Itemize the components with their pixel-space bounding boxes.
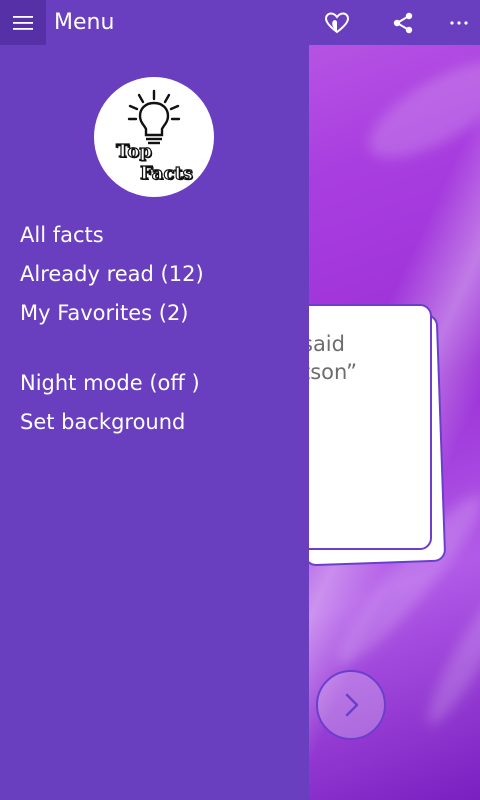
more-icon [450,21,468,25]
logo-text-top: Top [115,140,152,162]
share-icon [393,12,413,34]
chevron-right-icon [345,693,359,717]
menu-item-night-mode[interactable]: Night mode (off ) [20,371,200,395]
menu-item-already-read[interactable]: Already read (12) [20,262,204,286]
menu-item-my-favorites[interactable]: My Favorites (2) [20,301,189,325]
fact-card-text: said tson” [302,332,358,384]
hamburger-icon [13,15,33,30]
next-fact-button[interactable] [316,670,386,740]
menu-item-set-background[interactable]: Set background [20,410,185,434]
app-logo: Top Facts [94,77,214,197]
heart-icon [325,12,349,34]
share-button[interactable] [388,8,418,38]
page-title: Menu [54,10,115,35]
favorite-button[interactable] [322,8,352,38]
top-app-bar: Menu [0,0,480,45]
more-options-button[interactable] [444,8,474,38]
menu-item-all-facts[interactable]: All facts [20,223,104,247]
hamburger-button[interactable] [0,0,46,45]
logo-text-bottom: Facts [139,162,193,184]
lightbulb-icon [127,89,181,145]
navigation-drawer: Top Facts All facts Already read (12) My… [0,45,309,800]
